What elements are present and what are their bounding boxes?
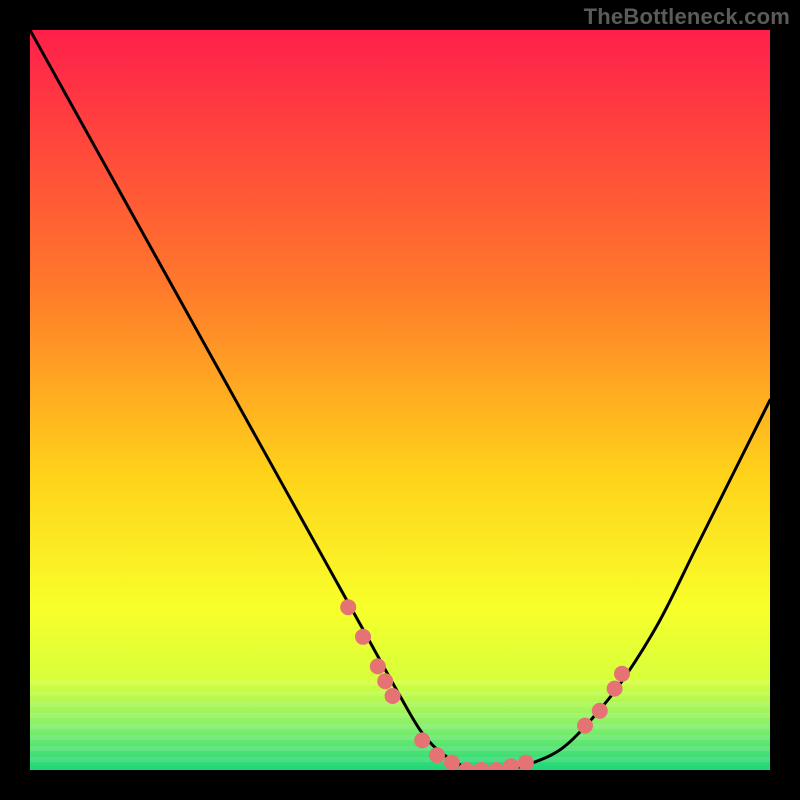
highlight-dot: [518, 755, 534, 770]
chart-frame: TheBottleneck.com: [0, 0, 800, 800]
highlight-dot: [377, 673, 393, 689]
chart-background: [30, 30, 770, 770]
highlight-dot: [385, 688, 401, 704]
highlight-dot: [444, 755, 460, 770]
highlight-dot: [577, 718, 593, 734]
highlight-dot: [429, 747, 445, 763]
highlight-dot: [414, 732, 430, 748]
highlight-dot: [614, 666, 630, 682]
chart-plot-area: [30, 30, 770, 770]
highlight-dot: [607, 681, 623, 697]
watermark-label: TheBottleneck.com: [584, 4, 790, 30]
highlight-dot: [370, 658, 386, 674]
highlight-dot: [592, 703, 608, 719]
highlight-dot: [355, 629, 371, 645]
chart-svg: [30, 30, 770, 770]
highlight-dot: [340, 599, 356, 615]
